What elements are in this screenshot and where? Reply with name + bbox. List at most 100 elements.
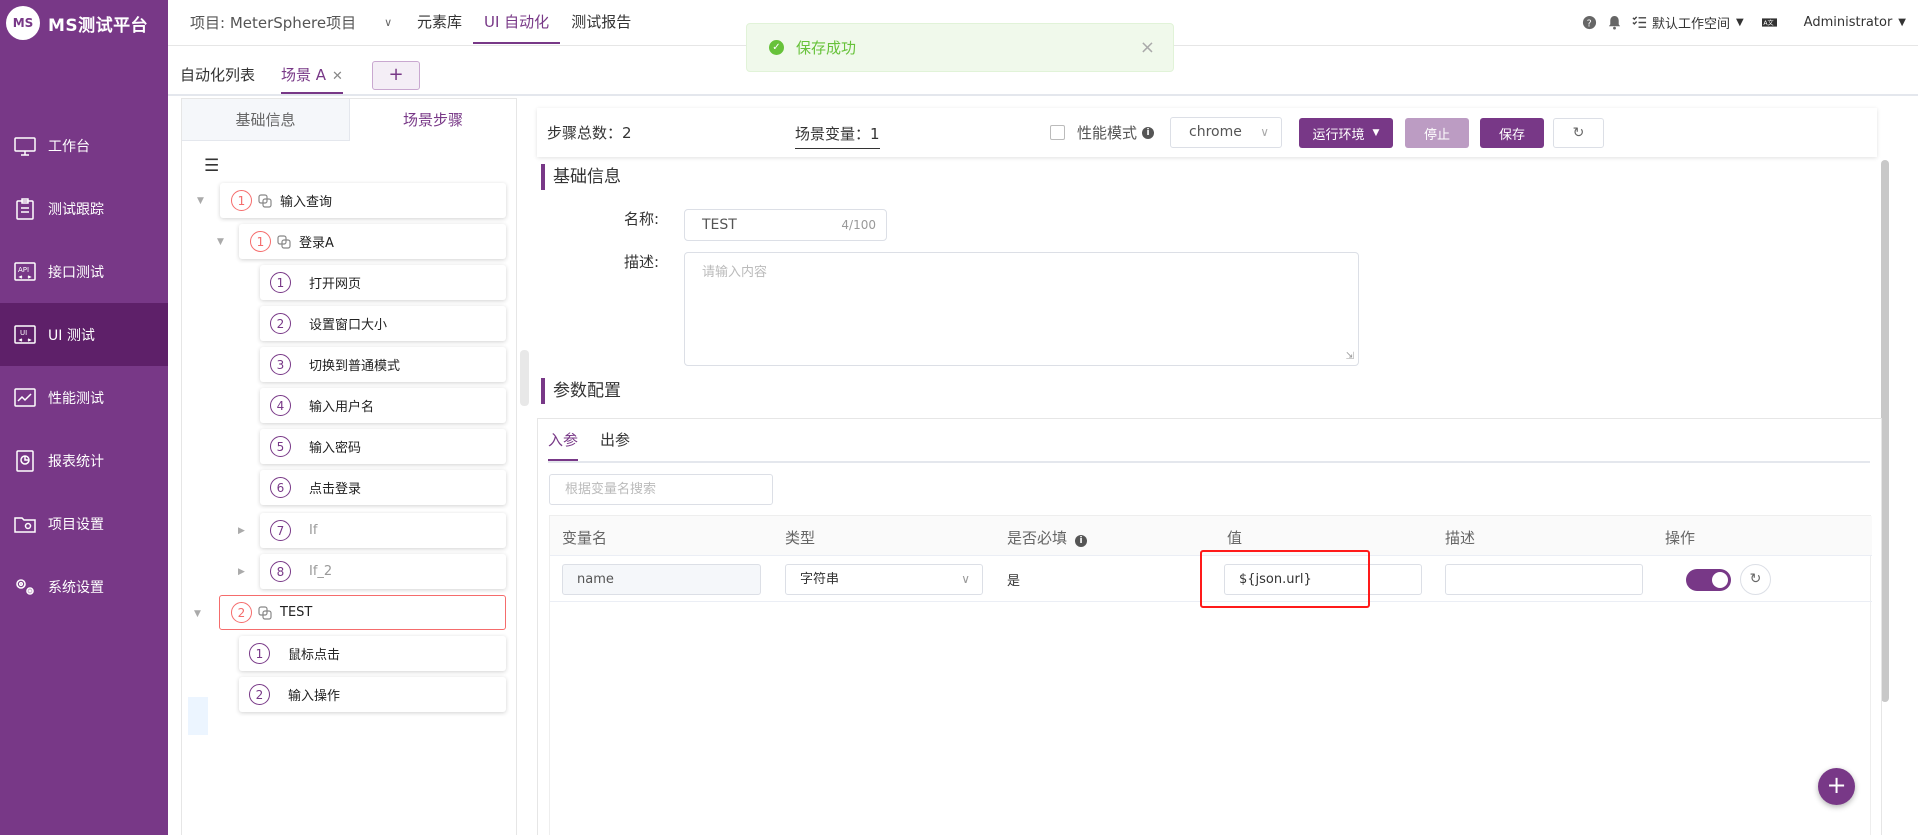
info-icon[interactable]: i <box>1075 535 1088 547</box>
nav-element-library[interactable]: 元素库 <box>406 0 473 44</box>
api-icon: API <box>12 259 38 285</box>
workspace-selector[interactable]: 默认工作空间 <box>1652 13 1730 32</box>
scenario-name-input[interactable]: TEST 4/100 <box>684 209 887 241</box>
tree-node-label: 点击登录 <box>309 482 362 497</box>
top-right-tools: ? 默认工作空间 ▼ A文 Administrator ▼ <box>1577 0 1906 44</box>
tab-divider <box>548 461 1870 463</box>
add-step-button[interactable]: + <box>1818 768 1855 805</box>
col-required-label: 是否必填 <box>1007 529 1068 547</box>
tree-node-label: 鼠标点击 <box>288 648 341 663</box>
performance-mode-checkbox[interactable] <box>1050 125 1065 140</box>
tree-node[interactable]: 1 输入查询 <box>220 183 506 218</box>
project-selector[interactable]: 项目: MeterSphere项目 ∨ <box>190 0 392 44</box>
section-basic-info: 基础信息 <box>541 164 621 190</box>
enable-toggle[interactable] <box>1686 569 1731 591</box>
add-tab-button[interactable]: + <box>372 61 420 90</box>
language-icon[interactable]: A文 <box>1761 15 1777 30</box>
tree-node-label: 输入用户名 <box>309 400 375 415</box>
browser-select[interactable]: chrome ∨ <box>1170 117 1282 148</box>
tab-automation-list[interactable]: 自动化列表 <box>180 64 255 85</box>
tree-node[interactable]: 1 鼠标点击 <box>239 636 506 671</box>
sidebar-item-performance[interactable]: 性能测试 <box>0 366 168 429</box>
tab-scene-a[interactable]: 场景 A ✕ <box>281 64 343 94</box>
scene-variables-link[interactable]: 场景变量：1 <box>795 123 880 149</box>
workspace-list-icon[interactable] <box>1632 15 1647 30</box>
menu-icon[interactable]: ☰ <box>204 156 219 176</box>
reset-button[interactable]: ↻ <box>1740 564 1771 595</box>
tree-node-label: 切换到普通模式 <box>309 359 401 374</box>
sidebar-item-ui-test[interactable]: UI UI 测试 <box>0 303 168 366</box>
tree-node[interactable]: 1 打开网页 <box>260 265 506 300</box>
tree-node-label: 登录A <box>299 236 334 251</box>
sidebar-item-label: 工作台 <box>48 138 90 155</box>
tree-node[interactable]: 2 输入操作 <box>239 677 506 712</box>
tab-scenario-steps[interactable]: 场景步骤 <box>349 99 516 141</box>
scenario-left-panel: 基础信息 场景步骤 ☰ ▼ 1 输入查询 ▼ 1 登录A 1 打开网页 2 设置… <box>181 98 517 835</box>
var-name-input[interactable]: name <box>562 564 761 595</box>
user-menu[interactable]: Administrator <box>1804 15 1893 30</box>
refresh-button[interactable]: ↻ <box>1553 118 1604 148</box>
sidebar-item-workbench[interactable]: 工作台 <box>0 114 168 177</box>
sidebar-menu: 工作台 测试跟踪 API 接口测试 UI UI 测试 性能测试 报表统计 项目设… <box>0 114 168 618</box>
step-number: 1 <box>249 643 270 664</box>
description-textarea[interactable]: 请输入内容 ⇲ <box>684 252 1359 366</box>
save-button[interactable]: 保存 <box>1480 118 1544 148</box>
step-number: 2 <box>270 313 291 334</box>
caret-down-icon[interactable]: ▼ <box>197 196 204 206</box>
editor-tabs: 自动化列表 场景 A ✕ + <box>168 58 1918 96</box>
step-number: 7 <box>270 520 291 541</box>
tree-node[interactable]: 1 登录A <box>239 224 506 259</box>
caret-down-icon[interactable]: ▼ <box>194 609 201 619</box>
tree-node[interactable]: 3 切换到普通模式 <box>260 347 506 382</box>
tree-node[interactable]: 7 If <box>260 513 506 548</box>
sidebar-item-system-settings[interactable]: 系统设置 <box>0 555 168 618</box>
tree-node[interactable]: 4 输入用户名 <box>260 388 506 423</box>
caret-right-icon[interactable]: ▶ <box>238 526 245 536</box>
tree-node[interactable]: 5 输入密码 <box>260 429 506 464</box>
tab-basic-info[interactable]: 基础信息 <box>182 99 349 141</box>
help-icon[interactable]: ? <box>1582 15 1597 30</box>
browser-value: chrome <box>1189 124 1242 140</box>
panel-splitter-handle[interactable] <box>520 350 529 406</box>
resize-grip-icon[interactable]: ⇲ <box>1346 351 1354 362</box>
sidebar-item-test-track[interactable]: 测试跟踪 <box>0 177 168 240</box>
tree-node[interactable]: 2 设置窗口大小 <box>260 306 506 341</box>
tree-node[interactable]: 8 If_2 <box>260 554 506 589</box>
tree-node-label: 输入操作 <box>288 689 341 704</box>
bell-icon[interactable] <box>1607 15 1622 30</box>
sidebar-item-api-test[interactable]: API 接口测试 <box>0 240 168 303</box>
sidebar-item-reports[interactable]: 报表统计 <box>0 429 168 492</box>
step-number: 5 <box>270 436 291 457</box>
svg-text:API: API <box>18 266 29 274</box>
tab-input-params[interactable]: 入参 <box>548 429 579 461</box>
stop-button[interactable]: 停止 <box>1405 118 1469 148</box>
close-icon[interactable]: × <box>1140 37 1155 58</box>
sidebar-item-project-settings[interactable]: 项目设置 <box>0 492 168 555</box>
logo[interactable]: MS MS测试平台 <box>6 4 148 42</box>
nav-ui-automation[interactable]: UI 自动化 <box>473 0 561 44</box>
content-scrollbar[interactable] <box>1881 160 1889 702</box>
var-count: 1 <box>870 125 880 143</box>
step-number: 6 <box>270 477 291 498</box>
run-environment-button[interactable]: 运行环境 ▼ <box>1299 118 1393 148</box>
perf-label: 性能模式 <box>1077 124 1138 142</box>
var-desc-input[interactable] <box>1445 564 1643 595</box>
tab-output-params[interactable]: 出参 <box>600 429 630 461</box>
caret-down-icon[interactable]: ▼ <box>217 237 224 247</box>
tree-node-selected[interactable]: 2 TEST <box>219 595 506 630</box>
var-type-select[interactable]: 字符串 ∨ <box>785 564 983 595</box>
tree-node[interactable]: 6 点击登录 <box>260 470 506 505</box>
desc-label: 描述: <box>624 253 660 271</box>
svg-text:A文: A文 <box>1763 19 1773 27</box>
caret-right-icon[interactable]: ▶ <box>238 567 245 577</box>
caret-down-icon: ▼ <box>1735 16 1744 28</box>
link-icon <box>258 605 272 620</box>
nav-test-reports[interactable]: 测试报告 <box>560 0 642 44</box>
close-icon[interactable]: ✕ <box>332 69 343 84</box>
var-type-value: 字符串 <box>800 572 840 587</box>
variable-search-input[interactable]: 根据变量名搜索 <box>549 474 773 505</box>
desc-placeholder: 请输入内容 <box>702 265 768 280</box>
steps-label: 步骤总数： <box>547 124 623 142</box>
clipboard-icon <box>12 196 38 222</box>
info-icon[interactable]: i <box>1142 126 1155 139</box>
